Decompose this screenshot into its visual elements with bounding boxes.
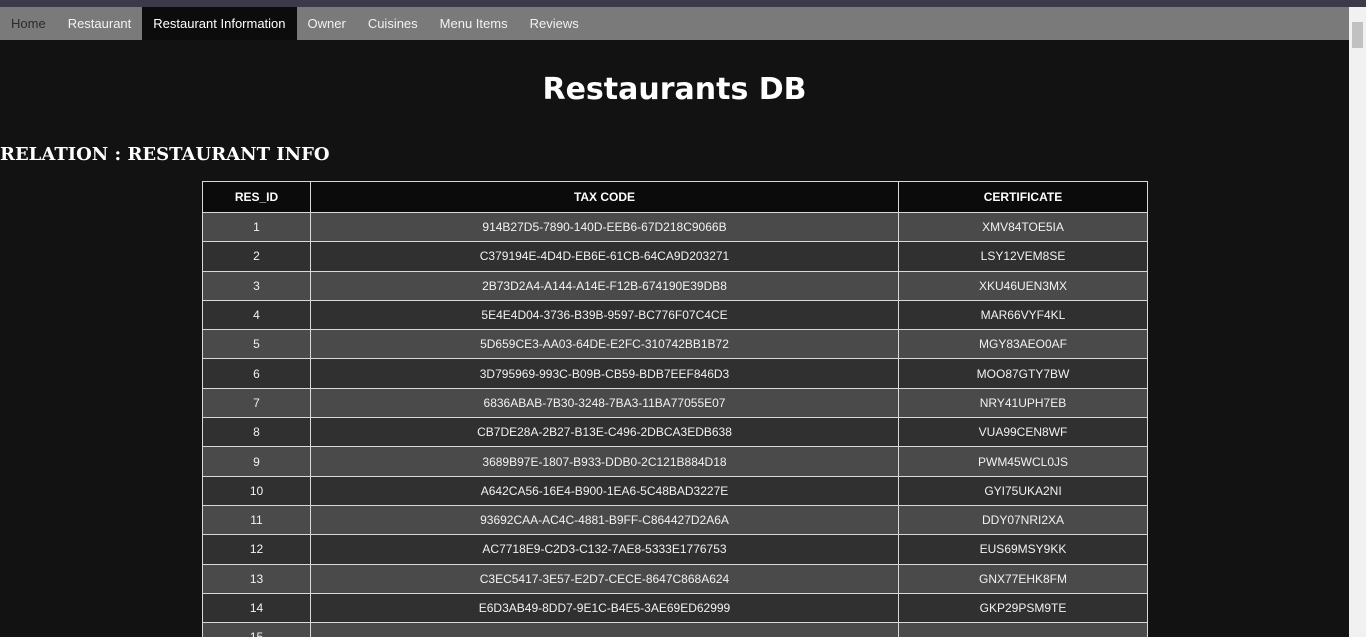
table-row: 6 3D795969-993C-B09B-CB59-BDB7EEF846D3 MOO… — [202, 358, 1148, 389]
cell-tax-code: 5D659CE3-AA03-64DE-E2FC-310742BB1B72 — [310, 329, 899, 360]
top-navigation-bar: Home Restaurant Restaurant Information O… — [0, 7, 1349, 40]
cell-certificate: GNX77EHK8FM — [898, 563, 1148, 594]
cell-res-id: 9 — [202, 446, 311, 477]
cell-tax-code — [310, 622, 899, 637]
cell-res-id: 12 — [202, 534, 311, 565]
cell-tax-code: AC7718E9-C2D3-C132-7AE8-5333E1776753 — [310, 534, 899, 565]
cell-res-id: 13 — [202, 563, 311, 594]
column-header-tax-code: TAX CODE — [310, 181, 899, 213]
cell-tax-code: C379194E-4D4D-EB6E-61CB-64CA9D203271 — [310, 241, 899, 272]
cell-certificate: VUA99CEN8WF — [898, 417, 1148, 448]
table-row: 13 C3EC5417-3E57-E2D7-CECE-8647C868A624 GN… — [202, 563, 1148, 594]
table-row: 12 AC7718E9-C2D3-C132-7AE8-5333E1776753 EU… — [202, 534, 1148, 565]
nav-owner[interactable]: Owner — [297, 7, 357, 40]
cell-tax-code: C3EC5417-3E57-E2D7-CECE-8647C868A624 — [310, 563, 899, 594]
cell-res-id: 10 — [202, 475, 311, 506]
cell-res-id: 4 — [202, 299, 311, 331]
cell-certificate: LSY12VEM8SE — [898, 241, 1148, 272]
table-row: 1 914B27D5-7890-140D-EEB6-67D218C9066B XMV… — [202, 211, 1148, 243]
cell-certificate: XMV84TOE5IA — [898, 211, 1148, 243]
cell-tax-code: A642CA56-16E4-B900-1EA6-5C48BAD3227E — [310, 475, 899, 506]
table-body: 1 914B27D5-7890-140D-EEB6-67D218C9066B XMV… — [202, 211, 1148, 637]
cell-res-id: 2 — [202, 241, 311, 272]
table-row: 4 5E4E4D04-3736-B39B-9597-BC776F07C4CE MAR… — [202, 299, 1148, 331]
cell-tax-code: 6836ABAB-7B30-3248-7BA3-11BA77055E07 — [310, 387, 899, 419]
cell-res-id: 8 — [202, 417, 311, 448]
nav-restaurant-information[interactable]: Restaurant Information — [142, 7, 297, 40]
window-top-strip — [0, 0, 1366, 7]
restaurant-info-table: RES_ID TAX CODE CERTIFICATE 1 914B27D5-78… — [202, 181, 1148, 637]
cell-res-id: 6 — [202, 358, 311, 389]
cell-tax-code: 2B73D2A4-A144-A14E-F12B-674190E39DB8 — [310, 270, 899, 301]
cell-certificate: MGY83AEO0AF — [898, 329, 1148, 360]
page-title: Restaurants DB — [542, 72, 807, 107]
nav-reviews[interactable]: Reviews — [519, 7, 590, 40]
cell-res-id: 5 — [202, 329, 311, 360]
scrollbar-thumb[interactable] — [1352, 22, 1363, 48]
table-row: 9 3689B97E-1807-B933-DDB0-2C121B884D18 PWM… — [202, 446, 1148, 477]
table-row: 11 93692CAA-AC4C-4881-B9FF-C864427D2A6A DD… — [202, 504, 1148, 536]
cell-certificate: EUS69MSY9KK — [898, 534, 1148, 565]
cell-certificate: MAR66VYF4KL — [898, 299, 1148, 331]
nav-home[interactable]: Home — [0, 7, 57, 40]
cell-certificate: PWM45WCL0JS — [898, 446, 1148, 477]
cell-certificate: DDY07NRI2XA — [898, 504, 1148, 536]
cell-tax-code: E6D3AB49-8DD7-9E1C-B4E5-3AE69ED62999 — [310, 592, 899, 624]
cell-res-id: 15 — [202, 622, 311, 637]
cell-res-id: 3 — [202, 270, 311, 301]
cell-tax-code: 5E4E4D04-3736-B39B-9597-BC776F07C4CE — [310, 299, 899, 331]
nav-restaurant[interactable]: Restaurant — [57, 7, 143, 40]
cell-certificate — [898, 622, 1148, 637]
cell-tax-code: 3689B97E-1807-B933-DDB0-2C121B884D18 — [310, 446, 899, 477]
column-header-certificate: CERTIFICATE — [898, 181, 1148, 213]
cell-certificate: GYI75UKA2NI — [898, 475, 1148, 506]
table-row: 10 A642CA56-16E4-B900-1EA6-5C48BAD3227E GY… — [202, 475, 1148, 506]
cell-res-id: 14 — [202, 592, 311, 624]
restaurant-info-table-container: RES_ID TAX CODE CERTIFICATE 1 914B27D5-78… — [202, 181, 1148, 637]
vertical-scrollbar[interactable] — [1349, 7, 1366, 637]
cell-res-id: 1 — [202, 211, 311, 243]
cell-res-id: 11 — [202, 504, 311, 536]
nav-menu-items[interactable]: Menu Items — [429, 7, 519, 40]
table-row: 5 5D659CE3-AA03-64DE-E2FC-310742BB1B72 MGY… — [202, 329, 1148, 360]
table-row: 15 — [202, 622, 1148, 637]
table-row: 8 CB7DE28A-2B27-B13E-C496-2DBCA3EDB638 VUA… — [202, 417, 1148, 448]
table-row: 2 C379194E-4D4D-EB6E-61CB-64CA9D203271 LSY… — [202, 241, 1148, 272]
cell-tax-code: 914B27D5-7890-140D-EEB6-67D218C9066B — [310, 211, 899, 243]
relation-heading: RELATION : RESTAURANT INFO — [0, 144, 330, 165]
nav-cuisines[interactable]: Cuisines — [357, 7, 429, 40]
column-header-res-id: RES_ID — [202, 181, 311, 213]
cell-tax-code: 3D795969-993C-B09B-CB59-BDB7EEF846D3 — [310, 358, 899, 389]
cell-certificate: GKP29PSM9TE — [898, 592, 1148, 624]
cell-certificate: MOO87GTY7BW — [898, 358, 1148, 389]
table-row: 7 6836ABAB-7B30-3248-7BA3-11BA77055E07 NRY… — [202, 387, 1148, 419]
table-row: 14 E6D3AB49-8DD7-9E1C-B4E5-3AE69ED62999 GK… — [202, 592, 1148, 624]
cell-certificate: XKU46UEN3MX — [898, 270, 1148, 301]
cell-tax-code: 93692CAA-AC4C-4881-B9FF-C864427D2A6A — [310, 504, 899, 536]
cell-tax-code: CB7DE28A-2B27-B13E-C496-2DBCA3EDB638 — [310, 417, 899, 448]
cell-certificate: NRY41UPH7EB — [898, 387, 1148, 419]
cell-res-id: 7 — [202, 387, 311, 419]
table-header-row: RES_ID TAX CODE CERTIFICATE — [202, 181, 1148, 213]
table-row: 3 2B73D2A4-A144-A14E-F12B-674190E39DB8 XKU… — [202, 270, 1148, 301]
